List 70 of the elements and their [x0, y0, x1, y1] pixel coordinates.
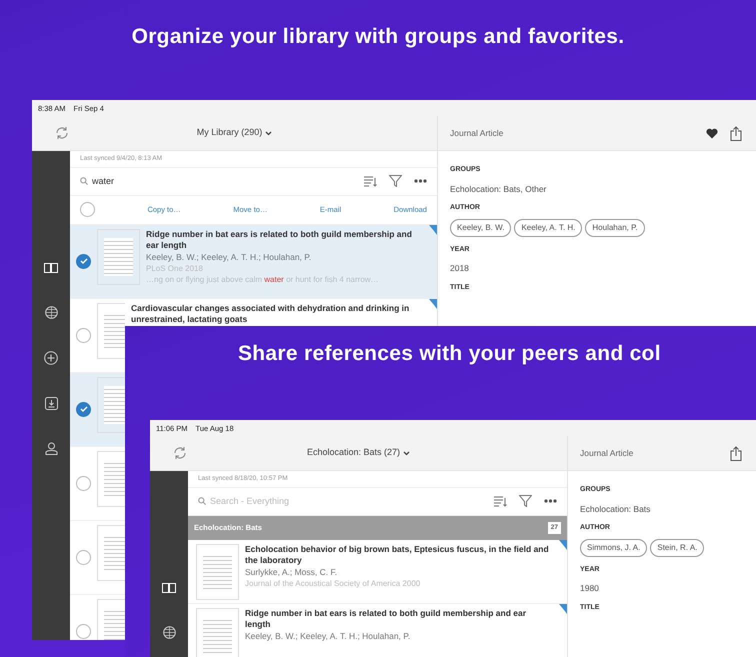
reference-authors: Surlykke, A.; Moss, C. F.	[245, 566, 338, 578]
heart-icon[interactable]	[706, 128, 718, 138]
more-icon[interactable]	[414, 179, 427, 184]
reference-title: Echolocation behavior of big brown bats, Eptesicus fuscus, in the field and the laboratory	[245, 544, 550, 567]
author-chip[interactable]: Keeley, B. W.	[450, 218, 512, 237]
selection-checkbox[interactable]	[76, 328, 91, 343]
download-icon[interactable]	[44, 397, 58, 410]
search-field[interactable]: water	[92, 174, 351, 188]
corner-ribbon-icon	[429, 224, 437, 235]
selection-checkbox[interactable]	[76, 624, 91, 639]
reference-authors: Keeley, B. W.; Keeley, A. T. H.; Houlahan, P.	[245, 630, 412, 642]
chevron-down-icon	[265, 130, 272, 136]
author-chip[interactable]: Simmons, J. A.	[580, 538, 648, 557]
sort-icon[interactable]	[493, 495, 507, 508]
reference-type: Journal Article	[579, 446, 634, 460]
library-dropdown[interactable]: My Library (290)	[196, 126, 272, 140]
reference-title: Ridge number in bat ears is related to both guild membership and ear length	[245, 608, 528, 631]
corner-ribbon-icon	[559, 604, 567, 614]
reference-row[interactable]	[70, 372, 125, 447]
field-value: Echolocation: Bats, Other	[450, 182, 548, 196]
document-thumbnail	[97, 302, 125, 359]
corner-ribbon-icon	[559, 540, 567, 550]
add-icon[interactable]	[44, 351, 58, 365]
checkmark-icon	[80, 406, 88, 412]
author-chip[interactable]: Keeley, A. T. H.	[514, 218, 582, 237]
person-icon[interactable]	[44, 442, 58, 455]
banner-title: Organize your library with groups and favorites.	[130, 24, 626, 50]
reference-row[interactable]: Ridge number in bat ears is related to both guild membership and ear length Keeley, B. W.; Keeley, A. T. H.; Houlahan, P.	[188, 604, 567, 657]
reference-row[interactable]: Echolocation behavior of big brown bats, Eptesicus fuscus, in the field and the laboratory Surlykke, A.; Moss, C. F. Journal of the Acoustical Society of America 2000	[188, 540, 567, 604]
field-value: 1980	[580, 582, 600, 595]
selection-checkbox[interactable]	[76, 476, 91, 491]
reference-title: Ridge number in bat ears is related to both guild membership and ear length	[146, 228, 413, 252]
sync-icon[interactable]	[55, 127, 69, 139]
search-snippet: …ng on or flying just above calm water or hunt for fish 4 narrow…	[146, 274, 380, 285]
book-icon[interactable]	[44, 263, 58, 274]
chevron-down-icon	[403, 450, 410, 456]
reference-type: Journal Article	[449, 126, 504, 140]
reference-journal: PLoS One 2018	[146, 262, 204, 274]
field-value: 2018	[450, 262, 470, 275]
sort-icon[interactable]	[363, 175, 377, 188]
globe-icon[interactable]	[44, 306, 58, 319]
book-icon[interactable]	[162, 583, 176, 594]
author-chip[interactable]: Houlahan, P.	[585, 218, 645, 237]
select-all-checkbox[interactable]	[80, 202, 95, 218]
filter-icon[interactable]	[389, 175, 402, 188]
selection-checkbox[interactable]	[76, 550, 91, 565]
selection-checkbox[interactable]	[76, 402, 91, 417]
more-icon[interactable]	[544, 499, 557, 504]
search-icon	[198, 497, 206, 506]
globe-icon[interactable]	[162, 626, 176, 639]
sync-icon[interactable]	[173, 447, 187, 459]
search-icon	[80, 177, 88, 186]
filter-icon[interactable]	[519, 495, 532, 508]
field-value: Echolocation: Bats	[580, 502, 652, 516]
document-thumbnail	[196, 544, 239, 600]
share-icon[interactable]	[730, 126, 742, 140]
share-icon[interactable]	[730, 446, 742, 460]
selection-checkbox[interactable]	[76, 254, 91, 269]
search-field[interactable]: Search - Everything	[210, 494, 481, 508]
document-thumbnail	[97, 228, 140, 285]
corner-ribbon-icon	[429, 298, 437, 309]
reference-journal: Journal of the Acoustical Society of America 2000	[245, 578, 422, 589]
author-chip[interactable]: Stein, R. A.	[650, 538, 704, 557]
reference-title: Cardiovascular changes associated with dehydration and drinking in unrestrained, lactating goats	[131, 302, 410, 326]
library-dropdown[interactable]: Echolocation: Bats (27)	[306, 446, 410, 460]
reference-row[interactable]	[70, 224, 437, 299]
document-thumbnail	[196, 608, 239, 657]
reference-authors: Keeley, B. W.; Keeley, A. T. H.; Houlahan, P.	[146, 252, 312, 263]
checkmark-icon	[80, 258, 88, 264]
panel-heading: Share references with your peers and col	[237, 341, 661, 367]
